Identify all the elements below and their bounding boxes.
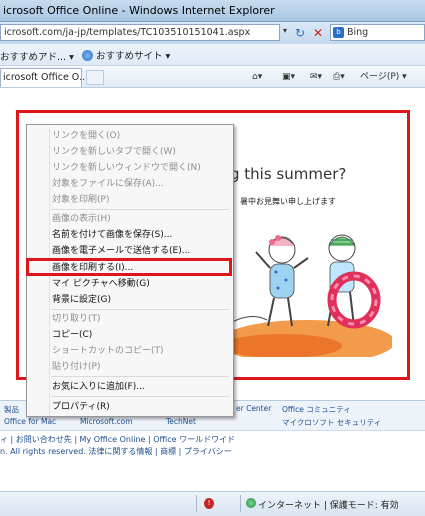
mail-icon[interactable]: ✉▾: [310, 70, 322, 85]
menu-item-set-as-background[interactable]: 背景に設定(G): [52, 293, 111, 307]
menu-item-open-link-new-window[interactable]: リンクを新しいウィンドウで開く(N): [52, 161, 201, 175]
status-separator: [240, 495, 241, 512]
tab-row: icrosoft Office O... ⌂▾ ▣▾ ✉▾ ⎙▾ ページ(P) …: [0, 66, 425, 88]
footer-copyright-line[interactable]: n. All rights reserved. 法律に関する情報 | 商標 | …: [0, 446, 232, 457]
footer-legal: ィ | お問い合わせ先 | My Office Online | Office …: [0, 430, 425, 456]
status-separator: [196, 495, 197, 512]
menu-separator: [51, 396, 229, 397]
menu-separator: [51, 376, 229, 377]
menu-item-open-link-new-tab[interactable]: リンクを新しいタブで開く(W): [52, 145, 176, 159]
stop-icon[interactable]: ✕: [310, 25, 326, 41]
ie-icon: [82, 50, 93, 61]
menu-item-save-target[interactable]: 対象をファイルに保存(A)...: [52, 177, 164, 191]
address-row: icrosoft.com/ja-jp/templates/TC103510151…: [0, 22, 425, 44]
preview-subhead: 暑中お見舞い申し上げます: [240, 197, 336, 206]
bing-icon: b: [333, 27, 344, 38]
favorites-item-suggested-addons[interactable]: おすすめアド... ▾: [0, 49, 74, 63]
print-picture-highlight: [26, 258, 232, 276]
footer-link-community[interactable]: Office コミュニティ: [282, 404, 351, 415]
search-engine-label: Bing: [347, 27, 369, 38]
menu-item-paste[interactable]: 貼り付け(P): [52, 360, 100, 374]
address-url: icrosoft.com/ja-jp/templates/TC103510151…: [4, 27, 251, 38]
footer-link-center[interactable]: er Center: [236, 404, 271, 413]
internet-zone-icon: [246, 498, 256, 508]
menu-item-go-to-my-pictures[interactable]: マイ ピクチャへ移動(G): [52, 277, 150, 291]
refresh-icon[interactable]: ↻: [292, 25, 308, 41]
favorites-item-suggested-sites[interactable]: おすすめサイト ▾: [82, 48, 170, 62]
status-bar: ! インターネット | 保護モード: 有効: [0, 491, 425, 516]
window-title: icrosoft Office Online - Windows Interne…: [3, 4, 275, 17]
menu-item-cut[interactable]: 切り取り(T): [52, 312, 101, 326]
footer-link-microsoft[interactable]: Microsoft.com: [80, 417, 133, 426]
footer-links-line[interactable]: ィ | お問い合わせ先 | My Office Online | Office …: [0, 434, 235, 445]
address-dropdown-icon[interactable]: ▾: [280, 26, 290, 38]
footer-link-office-for-mac[interactable]: Office for Mac: [4, 417, 56, 426]
footer-link-technet[interactable]: TechNet: [166, 417, 196, 426]
favorites-bar: おすすめアド... ▾ おすすめサイト ▾: [0, 44, 425, 66]
menu-item-print-target[interactable]: 対象を印刷(P): [52, 193, 109, 207]
menu-item-copy-shortcut[interactable]: ショートカットのコピー(T): [52, 344, 164, 358]
page-menu[interactable]: ページ(P) ▾: [360, 70, 407, 85]
new-tab-button[interactable]: [86, 70, 104, 85]
summer-illustration[interactable]: [222, 222, 392, 357]
popup-blocked-icon[interactable]: !: [204, 498, 214, 509]
tab-label: icrosoft Office O...: [3, 72, 88, 83]
security-zone-text[interactable]: インターネット | 保護モード: 有効: [258, 498, 399, 511]
menu-item-open-link[interactable]: リンクを開く(O): [52, 129, 120, 143]
title-bar: icrosoft Office Online - Windows Interne…: [0, 0, 425, 22]
search-box[interactable]: b Bing: [330, 24, 425, 41]
menu-item-copy[interactable]: コピー(C): [52, 328, 92, 342]
home-icon[interactable]: ⌂▾: [252, 70, 262, 85]
menu-item-properties[interactable]: プロパティ(R): [52, 400, 110, 414]
preview-headline: g this summer?: [230, 165, 347, 183]
menu-item-show-picture[interactable]: 画像の表示(H): [52, 212, 111, 226]
menu-separator: [51, 309, 229, 310]
menu-item-add-to-favorites[interactable]: お気に入りに追加(F)...: [52, 380, 145, 394]
feeds-icon[interactable]: ▣▾: [282, 70, 295, 85]
menu-item-email-picture[interactable]: 画像を電子メールで送信する(E)...: [52, 244, 190, 258]
tab-active[interactable]: icrosoft Office O...: [0, 68, 88, 87]
footer-link-products[interactable]: 製品: [4, 404, 19, 415]
menu-item-save-picture-as[interactable]: 名前を付けて画像を保存(S)...: [52, 228, 172, 242]
footer-link-security[interactable]: マイクロソフト セキュリティ: [282, 417, 381, 428]
address-bar[interactable]: icrosoft.com/ja-jp/templates/TC103510151…: [0, 24, 280, 41]
print-icon[interactable]: ⎙▾: [333, 70, 345, 85]
menu-separator: [51, 209, 229, 210]
